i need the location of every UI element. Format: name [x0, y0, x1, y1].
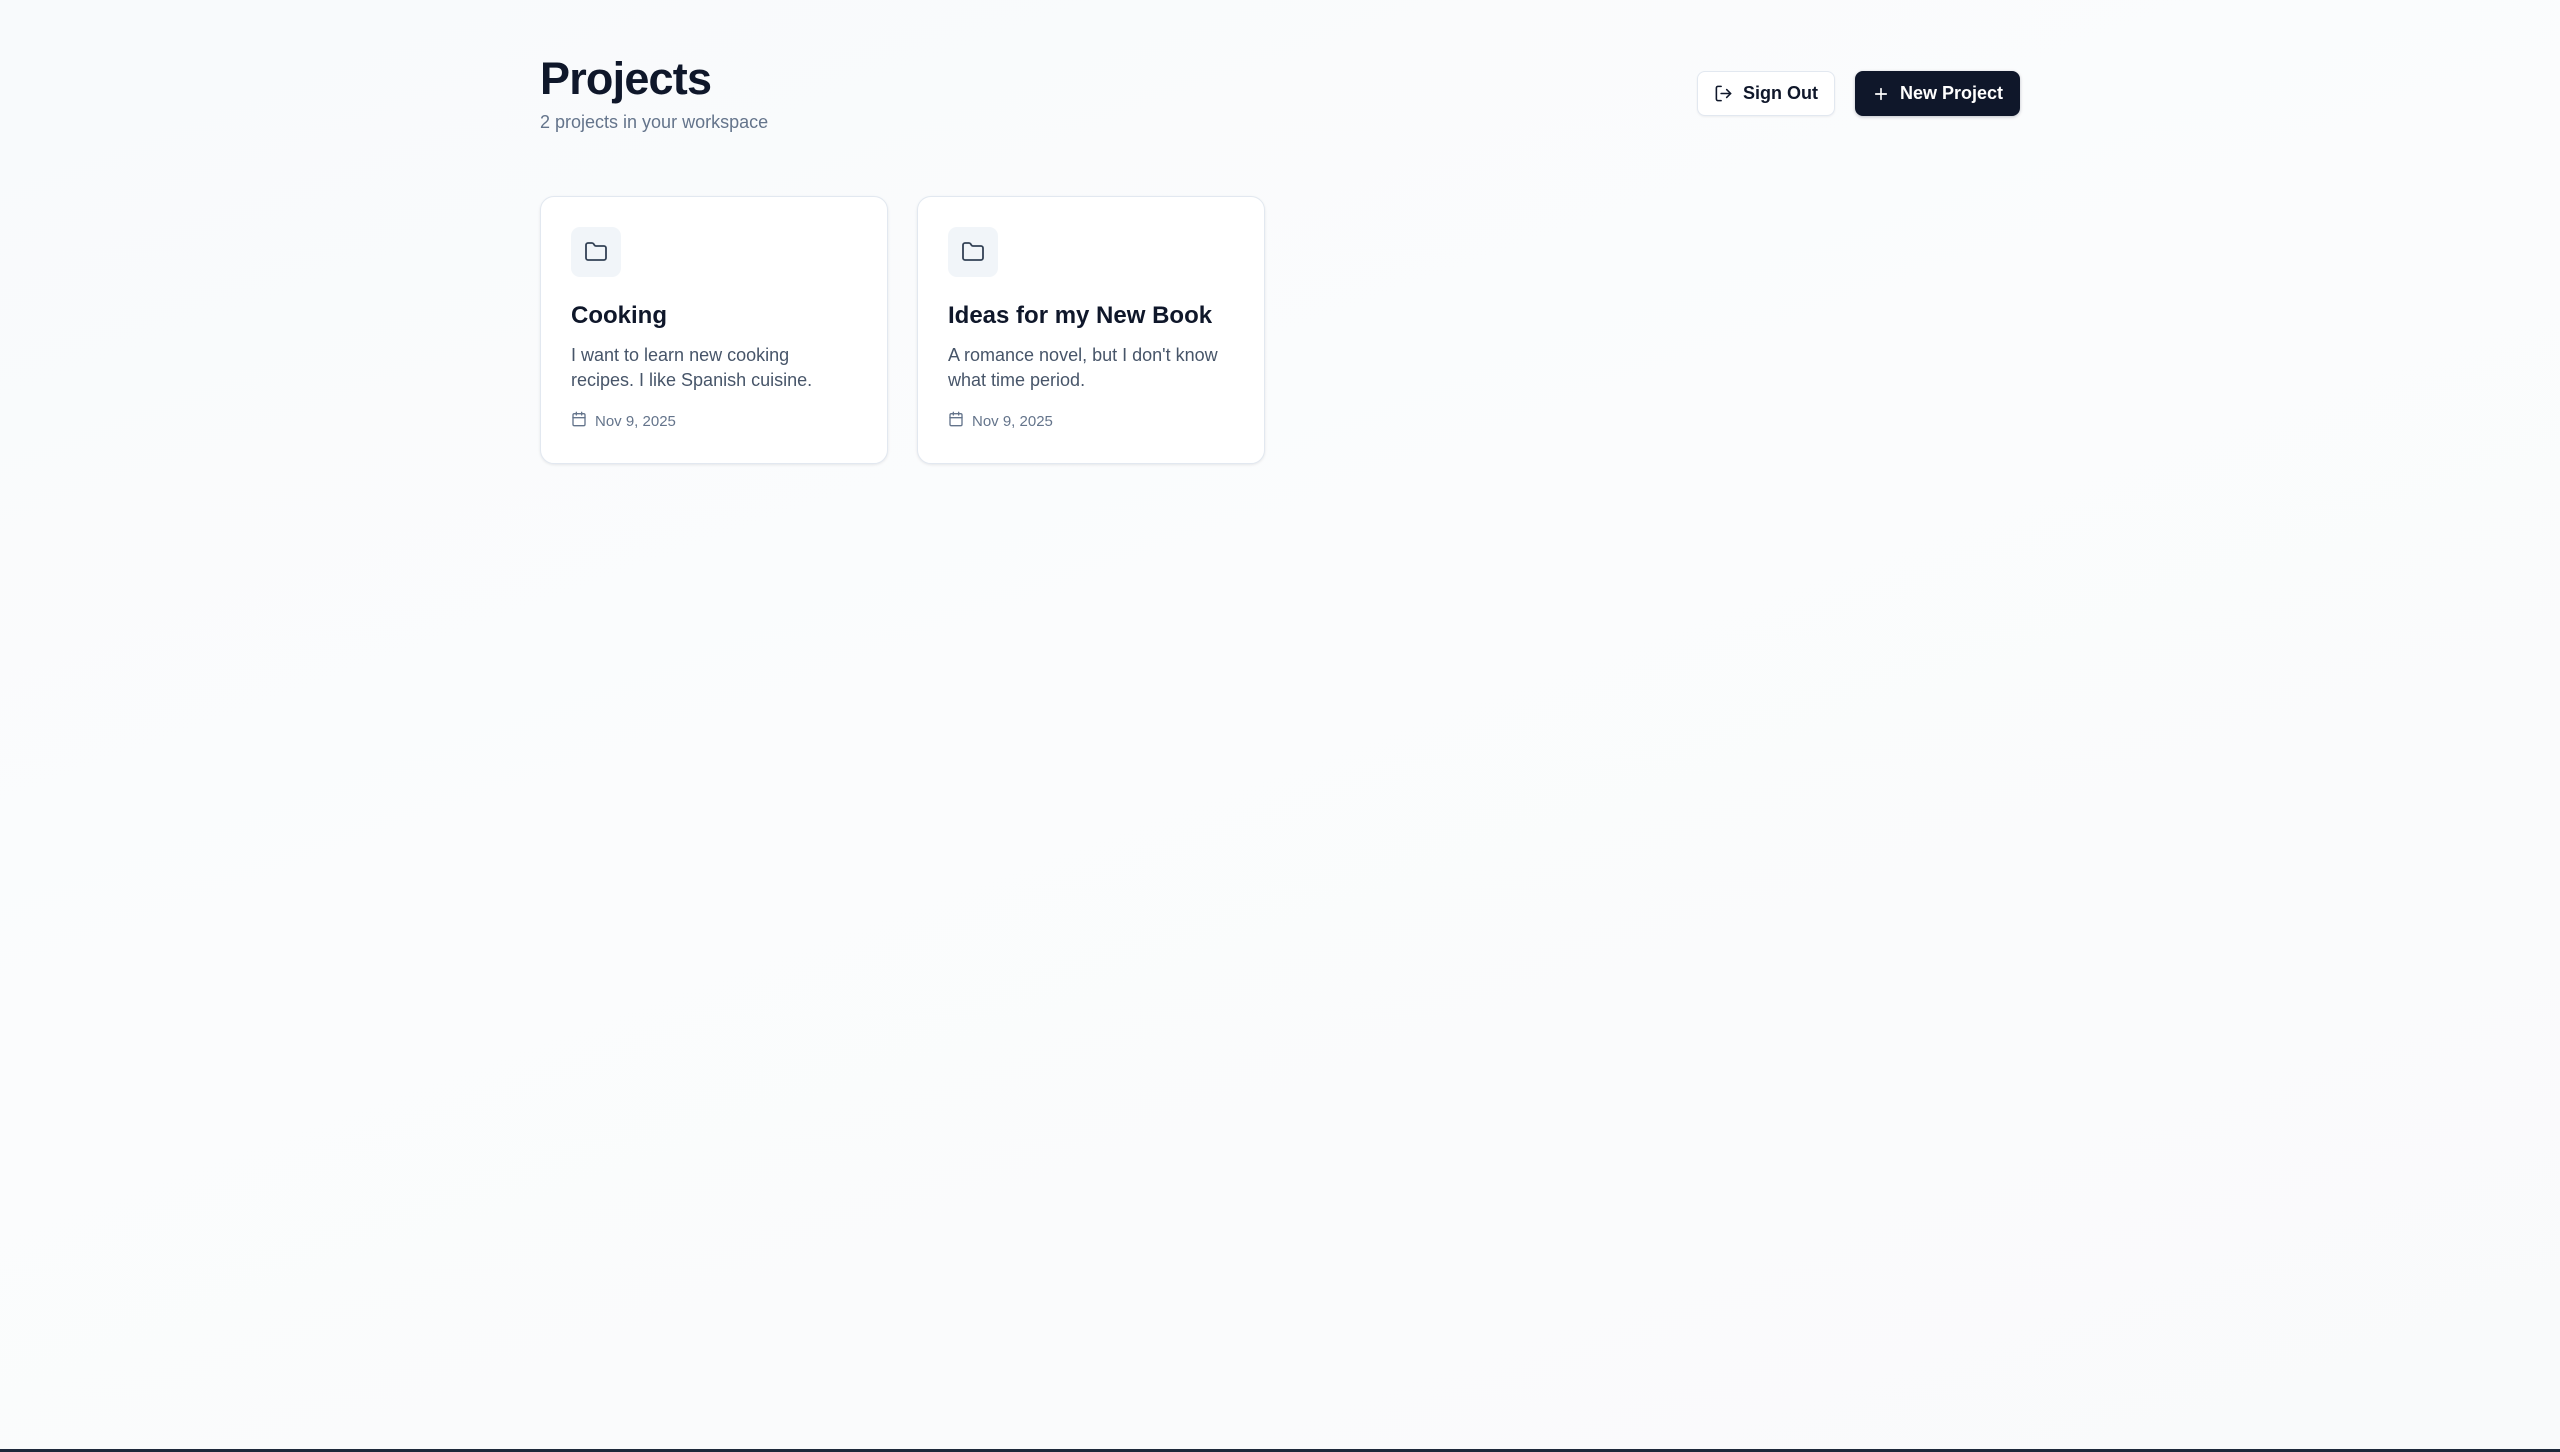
project-date: Nov 9, 2025: [595, 413, 676, 430]
title-block: Projects 2 projects in your workspace: [540, 48, 768, 134]
project-title: Ideas for my New Book: [948, 302, 1213, 329]
project-count: 2 projects in your workspace: [540, 112, 769, 132]
folder-icon: [948, 227, 998, 277]
folder-icon: [571, 227, 621, 277]
plus-icon: [1872, 85, 1890, 103]
project-description: I want to learn new cooking recipes. I l…: [571, 345, 813, 390]
sign-out-button[interactable]: Sign Out: [1696, 71, 1835, 116]
projects-page: Projects 2 projects in your workspace Si…: [540, 48, 2020, 464]
project-card[interactable]: Cooking I want to learn new cooking reci…: [540, 196, 888, 464]
calendar-icon: [571, 411, 587, 433]
header-actions: Sign Out New Project: [1696, 71, 2020, 116]
new-project-label: New Project: [1899, 83, 2003, 103]
page-header: Projects 2 projects in your workspace Si…: [540, 48, 2020, 148]
calendar-icon: [948, 411, 964, 433]
project-card[interactable]: Ideas for my New Book A romance novel, b…: [917, 196, 1265, 464]
project-date: Nov 9, 2025: [972, 413, 1053, 430]
project-description: A romance novel, but I don't know what t…: [948, 345, 1218, 390]
page-title: Projects: [540, 53, 712, 104]
project-date-row: Nov 9, 2025: [948, 411, 1234, 433]
sign-out-icon: [1714, 84, 1733, 103]
project-grid: Cooking I want to learn new cooking reci…: [540, 196, 2020, 464]
sign-out-label: Sign Out: [1742, 83, 1818, 103]
project-title: Cooking: [571, 302, 667, 329]
project-date-row: Nov 9, 2025: [571, 411, 857, 433]
new-project-button[interactable]: New Project: [1854, 71, 2020, 116]
